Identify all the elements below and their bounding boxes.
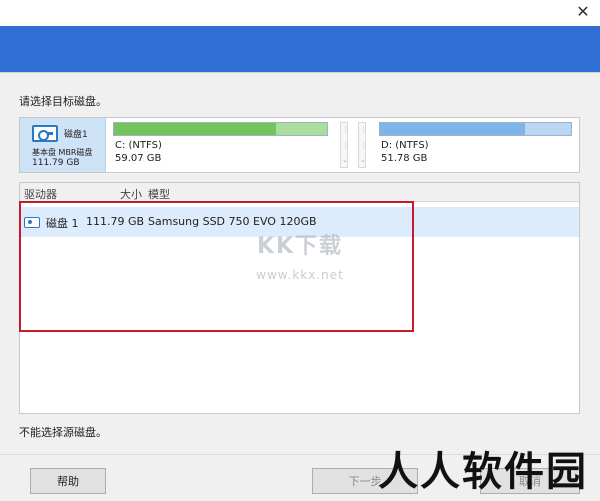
column-header-size[interactable]: 大小 — [120, 186, 142, 202]
partition-d-usage-bar — [379, 122, 572, 136]
hard-disk-icon — [24, 217, 40, 228]
watermark-title: KK下载 — [256, 234, 344, 259]
disk-info-panel[interactable]: 磁盘1 基本盘 MBR磁盘 111.79 GB — [20, 118, 106, 172]
partition-c-usage-bar — [113, 122, 328, 136]
row-size: 111.79 GB — [86, 215, 145, 228]
title-bar: ✕ — [0, 0, 600, 26]
partition-d-size: 51.78 GB — [381, 153, 428, 164]
partition-d-name: D: (NTFS) — [381, 140, 429, 151]
note-text: 不能选择源磁盘。 — [19, 426, 107, 439]
help-button[interactable]: 帮助 — [30, 468, 106, 494]
partition-c-size: 59.07 GB — [115, 153, 162, 164]
partition-splitter[interactable]: ︙ ︙ ⌄ — [358, 122, 367, 168]
disk-size: 111.79 GB — [32, 158, 80, 168]
row-model: Samsung SSD 750 EVO 120GB — [148, 215, 317, 228]
column-header-drive[interactable]: 驱动器 — [24, 186, 57, 202]
hard-disk-icon — [32, 125, 58, 142]
partition-c-usage-fill — [114, 123, 276, 135]
prompt-text: 请选择目标磁盘。 — [19, 95, 107, 108]
column-header-model[interactable]: 模型 — [148, 186, 170, 202]
disk-name: 磁盘1 — [64, 130, 88, 140]
header-banner — [0, 26, 600, 72]
close-icon[interactable]: ✕ — [574, 3, 592, 21]
dialog-body: 请选择目标磁盘。 磁盘1 基本盘 MBR磁盘 111.79 GB C: (NTF… — [0, 72, 600, 501]
partition-c-name: C: (NTFS) — [115, 140, 162, 151]
brand-watermark: 人人软件园 — [378, 448, 588, 495]
disk-list: 驱动器 大小 模型 磁盘 1 111.79 GB Samsung SSD 750… — [19, 182, 580, 414]
disk-map: 磁盘1 基本盘 MBR磁盘 111.79 GB C: (NTFS) 59.07 … — [19, 117, 580, 173]
partition-c[interactable]: C: (NTFS) 59.07 GB — [113, 122, 328, 168]
disk-type: 基本盘 MBR磁盘 — [32, 148, 93, 157]
partition-splitter[interactable]: ︙ ︙ ⌄ — [340, 122, 349, 168]
watermark-url: www.kkx.net — [256, 268, 344, 282]
list-header: 驱动器 大小 模型 — [20, 183, 579, 202]
partition-d[interactable]: D: (NTFS) 51.78 GB — [379, 122, 572, 168]
partition-d-usage-fill — [380, 123, 526, 135]
